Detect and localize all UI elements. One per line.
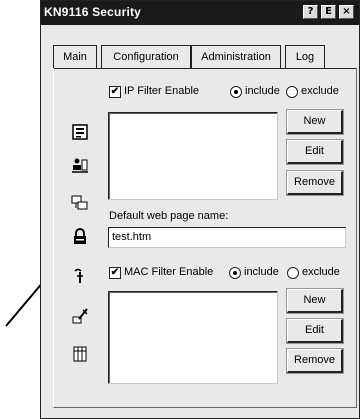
mac-filter-enable-label: MAC Filter Enable [124,266,214,278]
close-button[interactable]: × [339,5,354,19]
default-page-input[interactable]: test.htm [108,227,346,248]
tab-main[interactable]: Main [53,45,97,69]
security-lock-icon[interactable] [71,228,89,246]
default-page-label: Default web page name: [109,210,229,222]
window-title: KN9116 Security [44,5,142,19]
mac-new-button[interactable]: New [286,288,344,314]
network-icon[interactable] [71,194,89,212]
security-window: KN9116 Security ? E × Main Configuration… [40,0,360,419]
ip-include-radio[interactable] [230,86,242,98]
ip-include-label: include [245,85,280,97]
tools-icon[interactable] [71,307,89,325]
mac-exclude-label: exclude [302,266,340,278]
tab-administration[interactable]: Administration [191,45,281,69]
mac-remove-button[interactable]: Remove [286,348,344,374]
user-icon[interactable] [71,156,89,174]
ip-filter-list[interactable] [108,112,278,200]
minimize-button[interactable]: E [321,5,336,19]
ip-filter-enable-label: IP Filter Enable [124,85,200,97]
title-bar[interactable]: KN9116 Security ? E × [41,1,359,25]
ip-new-button[interactable]: New [286,109,344,135]
ip-exclude-label: exclude [301,85,339,97]
tab-configuration[interactable]: Configuration [101,45,191,69]
firmware-icon[interactable] [71,267,89,285]
mac-filter-checkbox[interactable]: ✔ [109,267,121,279]
mac-exclude-radio[interactable] [287,267,299,279]
ip-remove-button[interactable]: Remove [286,170,344,196]
ip-exclude-radio[interactable] [286,86,298,98]
main-icon[interactable] [71,123,89,141]
ip-filter-checkbox[interactable]: ✔ [109,86,121,98]
mac-include-radio[interactable] [229,267,241,279]
help-button[interactable]: ? [303,5,318,19]
mac-edit-button[interactable]: Edit [286,318,344,344]
ip-edit-button[interactable]: Edit [286,139,344,165]
tab-log[interactable]: Log [285,45,325,69]
mac-filter-list[interactable] [108,291,278,384]
date-time-icon[interactable] [71,345,89,363]
mac-include-label: include [244,266,279,278]
